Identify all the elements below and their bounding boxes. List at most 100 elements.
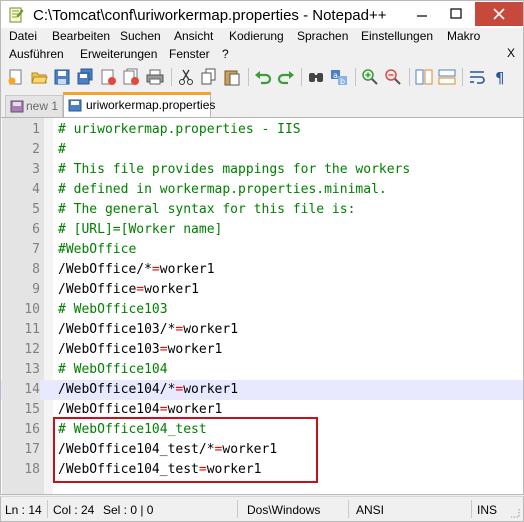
sync-vertical-icon[interactable] (415, 68, 433, 86)
menu-kodierung[interactable]: Kodierung (229, 29, 284, 43)
sync-horizontal-icon[interactable] (438, 68, 456, 86)
line-number: 11 (24, 322, 40, 337)
paste-icon[interactable] (223, 68, 241, 86)
property-value: worker1 (144, 282, 199, 297)
close-file-icon[interactable] (99, 68, 117, 86)
show-all-chars-icon[interactable]: ¶ (491, 68, 509, 86)
line-content: # This file provides mappings for the wo… (58, 160, 410, 180)
line-content: /WebOffice104=worker1 (58, 400, 222, 420)
comment-text: # This file provides mappings for the wo… (58, 162, 411, 177)
code-line[interactable]: 4 # defined in workermap.properties.minim… (1, 180, 523, 200)
line-content: # (58, 140, 66, 160)
zoom-out-icon[interactable] (384, 68, 402, 86)
code-line[interactable]: 8/WebOffice/*=worker1 (1, 260, 523, 280)
resize-grip-icon[interactable] (509, 507, 521, 519)
code-line[interactable]: 17/WebOffice104_test/*=worker1 (1, 440, 523, 460)
code-line[interactable]: 15/WebOffice104=worker1 (1, 400, 523, 420)
line-number: 7 (32, 242, 40, 257)
status-separator (471, 500, 472, 518)
code-line[interactable]: 3 # This file provides mappings for the w… (1, 160, 523, 180)
line-content: /WebOffice104_test=worker1 (58, 460, 262, 480)
property-key: /WebOffice104_test/* (58, 442, 215, 457)
code-line[interactable]: 6 # [URL]=[Worker name] (1, 220, 523, 240)
close-all-icon[interactable] (122, 68, 140, 86)
zoom-in-icon[interactable] (361, 68, 379, 86)
svg-text:b: b (340, 77, 345, 86)
line-number: 17 (24, 442, 40, 457)
open-file-icon[interactable] (30, 68, 48, 86)
menu-fenster[interactable]: Fenster (169, 47, 210, 61)
status-encoding[interactable]: ANSI (356, 503, 384, 517)
equals-operator: = (198, 462, 207, 477)
comment-text: # WebOffice104_test (58, 422, 207, 437)
tab-new-1[interactable]: new 1 (5, 95, 63, 117)
undo-icon[interactable] (254, 68, 272, 86)
property-value: worker1 (159, 262, 215, 277)
status-insert-mode[interactable]: INS (477, 503, 497, 517)
line-content: /WebOffice103=worker1 (58, 340, 222, 360)
cut-icon[interactable] (177, 68, 195, 86)
maximize-button[interactable] (439, 2, 473, 26)
close-window-button[interactable] (475, 2, 523, 26)
code-line[interactable]: 2 # (1, 140, 523, 160)
menu-bearbeiten[interactable]: Bearbeiten (52, 29, 110, 43)
toolbar-separator (355, 68, 356, 86)
line-content: # [URL]=[Worker name] (58, 220, 222, 240)
property-value: worker1 (167, 402, 223, 417)
code-line[interactable]: 5 # The general syntax for this file is: (1, 200, 523, 220)
code-line[interactable]: 13 # WebOffice104 (1, 360, 523, 380)
line-number: 1 (32, 122, 40, 137)
code-line[interactable]: 1 # uriworkermap.properties - IIS (1, 120, 523, 140)
code-line[interactable]: 18/WebOffice104_test=worker1 (1, 460, 523, 480)
code-line[interactable]: 12/WebOffice103=worker1 (1, 340, 523, 360)
menu-datei[interactable]: Datei (9, 29, 37, 43)
comment-text: # defined in workermap.properties.minima… (58, 182, 387, 197)
menu-makro[interactable]: Makro (447, 29, 480, 43)
tab-label: new 1 (26, 99, 59, 113)
code-line[interactable]: 10 # WebOffice103 (1, 300, 523, 320)
line-content: /WebOffice/*=worker1 (58, 260, 215, 280)
word-wrap-icon[interactable] (468, 68, 486, 86)
line-number: 2 (32, 142, 40, 157)
line-number: 6 (32, 222, 40, 237)
code-line[interactable]: 11/WebOffice103/*=worker1 (1, 320, 523, 340)
line-number: 12 (24, 342, 40, 357)
menu-erweiterungen[interactable]: Erweiterungen (80, 47, 157, 61)
svg-text:¶: ¶ (495, 69, 505, 86)
menu-suchen[interactable]: Suchen (120, 29, 161, 43)
property-value: worker1 (183, 322, 239, 337)
menu-sprachen[interactable]: Sprachen (297, 29, 348, 43)
menu-help[interactable]: ? (222, 47, 229, 61)
line-content: /WebOffice104/*=worker1 (58, 380, 238, 400)
status-eol[interactable]: Dos\Windows (247, 503, 320, 517)
new-file-icon[interactable] (7, 68, 25, 86)
redo-icon[interactable] (277, 68, 295, 86)
menu-ansicht[interactable]: Ansicht (174, 29, 213, 43)
save-icon[interactable] (53, 68, 71, 86)
property-key: /WebOffice/* (58, 262, 152, 277)
tab-bar: new 1 uriworkermap.properties (0, 90, 524, 118)
print-icon[interactable] (146, 68, 164, 86)
code-line[interactable]: 16 # WebOffice104_test (1, 420, 523, 440)
tab-uriworkermap[interactable]: uriworkermap.properties (63, 92, 215, 117)
editor[interactable]: 1 # uriworkermap.properties - IIS 2 #3 # Thi… (0, 117, 524, 495)
comment-text: # (58, 142, 66, 157)
code-line[interactable]: 14/WebOffice104/*=worker1 (1, 380, 523, 400)
line-content: # WebOffice103 (58, 300, 168, 320)
copy-icon[interactable] (200, 68, 218, 86)
code-line[interactable]: 9/WebOffice=worker1 (1, 280, 523, 300)
close-document-button[interactable]: X (507, 46, 515, 60)
line-content: # The general syntax for this file is: (58, 200, 355, 220)
save-all-icon[interactable] (76, 68, 94, 86)
code-line[interactable]: 7 #WebOffice (1, 240, 523, 260)
status-separator (47, 500, 48, 518)
minimize-button[interactable] (405, 2, 439, 26)
replace-icon[interactable]: ab (330, 68, 348, 86)
find-icon[interactable] (307, 68, 325, 86)
status-line: Ln : 14 (5, 503, 42, 517)
menu-einstellungen[interactable]: Einstellungen (361, 29, 433, 43)
line-content: # uriworkermap.properties - IIS (58, 120, 301, 140)
toolbar: ab ¶ (0, 64, 524, 90)
equals-operator: = (151, 262, 160, 277)
menu-ausfuehren[interactable]: Ausführen (9, 47, 64, 61)
